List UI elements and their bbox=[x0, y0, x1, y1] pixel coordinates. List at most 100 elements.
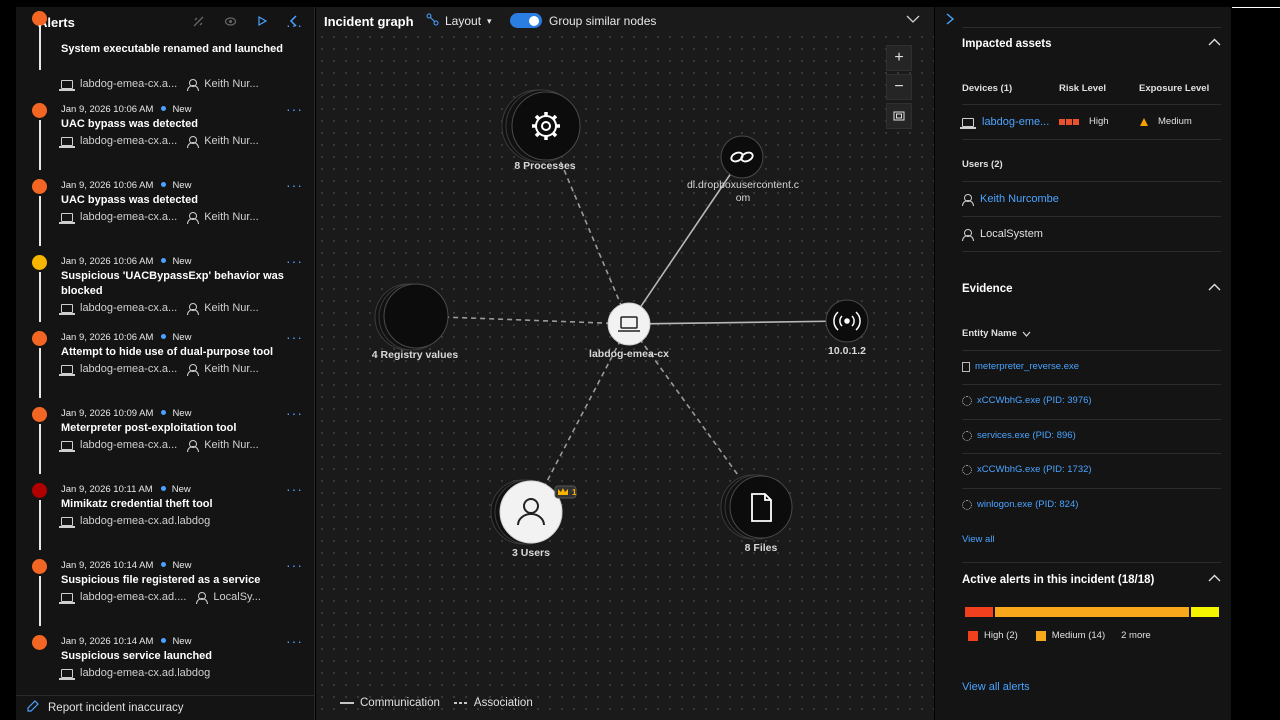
alert-device: labdog-emea-cx.ad.labdog bbox=[80, 515, 211, 527]
chevron-up-icon[interactable] bbox=[1208, 573, 1221, 585]
evidence-item[interactable]: xCCWbhG.exe (PID: 3976) bbox=[962, 395, 1092, 406]
more-options-icon[interactable]: ··· bbox=[286, 253, 303, 269]
timeline-line bbox=[39, 424, 41, 474]
alert-time: Jan 9, 2026 10:06 AM bbox=[61, 180, 154, 191]
evidence-item[interactable]: services.exe (PID: 896) bbox=[962, 430, 1076, 441]
alert-user: Keith Nur... bbox=[204, 439, 259, 451]
more-options-icon[interactable]: ··· bbox=[286, 557, 303, 573]
graph-legend: Communication Association bbox=[340, 697, 533, 709]
severity-high-label: High (2) bbox=[984, 630, 1018, 641]
users-node[interactable] bbox=[490, 479, 577, 545]
user-localsystem[interactable]: LocalSystem bbox=[962, 228, 1043, 241]
list-item[interactable]: Jan 9, 2026 10:06 AM New ··· Attempt to h… bbox=[16, 325, 314, 401]
evidence-item[interactable]: xCCWbhG.exe (PID: 1732) bbox=[962, 464, 1092, 475]
severity-dot bbox=[32, 11, 47, 26]
list-item[interactable]: Jan 9, 2026 10:09 AM New ··· Meterpreter … bbox=[16, 401, 314, 477]
divider bbox=[962, 27, 1221, 28]
view-all-alerts-link[interactable]: View all alerts bbox=[962, 681, 1030, 693]
evidence-item[interactable]: winlogon.exe (PID: 824) bbox=[962, 499, 1078, 510]
alert-user: LocalSy... bbox=[213, 591, 261, 603]
device-label: labdog-emea-cx bbox=[589, 348, 669, 360]
alert-status: New bbox=[172, 180, 192, 191]
more-options-icon[interactable]: ··· bbox=[286, 17, 303, 33]
alert-assets: labdog-emea-cx.ad.labdog bbox=[59, 515, 211, 528]
alert-time: Jan 9, 2026 10:09 AM bbox=[61, 408, 154, 419]
evidence-item[interactable]: meterpreter_reverse.exe bbox=[962, 361, 1079, 372]
processes-node[interactable] bbox=[501, 89, 581, 163]
alert-user: Keith Nur... bbox=[204, 211, 259, 223]
severity-dot bbox=[32, 407, 47, 422]
more-options-icon[interactable]: ··· bbox=[286, 481, 303, 497]
alert-device: labdog-emea-cx.a... bbox=[80, 211, 178, 223]
report-inaccuracy-label: Report incident inaccuracy bbox=[48, 702, 184, 714]
chevron-up-icon[interactable] bbox=[1208, 282, 1221, 294]
severity-medium-label: Medium (14) bbox=[1051, 630, 1106, 641]
report-inaccuracy-link[interactable]: Report incident inaccuracy bbox=[16, 695, 314, 720]
users-header: Users (2) bbox=[962, 159, 1003, 170]
incident-graph-panel: Incident graph Layout ▾ Group similar no… bbox=[316, 7, 934, 720]
status-dot bbox=[161, 562, 167, 567]
risk-bars-icon bbox=[1059, 118, 1079, 125]
user-link-keith[interactable]: Keith Nurcombe bbox=[962, 193, 1059, 206]
user-icon bbox=[962, 193, 974, 206]
more-options-icon[interactable]: ··· bbox=[286, 329, 303, 345]
more-options-icon[interactable]: ··· bbox=[286, 633, 303, 649]
entity-name-sort[interactable]: Entity Name bbox=[962, 328, 1031, 339]
alert-assets: labdog-emea-cx.ad.... LocalSy... bbox=[59, 591, 261, 604]
status-dot bbox=[161, 334, 167, 339]
list-item[interactable]: Jan 9, 2026 10:06 AM New ··· UAC bypass w… bbox=[16, 97, 314, 173]
timeline-line bbox=[39, 196, 41, 246]
device-link[interactable]: labdog-eme... bbox=[960, 116, 1049, 129]
status-dot bbox=[161, 182, 167, 187]
legend-communication: Communication bbox=[360, 697, 440, 709]
list-item[interactable]: Jan 9, 2026 10:11 AM New ··· Mimikatz cre… bbox=[16, 477, 314, 553]
alert-title: Meterpreter post-exploitation tool bbox=[61, 422, 237, 434]
alert-time: Jan 9, 2026 10:06 AM bbox=[61, 104, 154, 115]
alert-list: ··· System executable renamed and launch… bbox=[16, 11, 314, 695]
url-node[interactable] bbox=[720, 135, 764, 179]
expand-chevron-icon[interactable] bbox=[945, 12, 955, 30]
alert-meta: Jan 9, 2026 10:06 AM New bbox=[61, 104, 191, 115]
divider bbox=[962, 350, 1221, 351]
more-options-icon[interactable]: ··· bbox=[286, 177, 303, 193]
user1-name: Keith Nurcombe bbox=[980, 193, 1059, 205]
registry-label: 4 Registry values bbox=[371, 349, 459, 361]
user-icon bbox=[187, 78, 200, 91]
laptop-icon bbox=[59, 79, 75, 91]
list-item[interactable]: Jan 9, 2026 10:14 AM New ··· Suspicious s… bbox=[16, 629, 314, 705]
alert-device: labdog-emea-cx.a... bbox=[80, 302, 178, 314]
exposure-level-text: Medium bbox=[1158, 116, 1192, 127]
chevron-up-icon[interactable] bbox=[1208, 37, 1221, 49]
alert-status: New bbox=[172, 408, 192, 419]
view-all-link[interactable]: View all bbox=[962, 534, 995, 545]
details-panel: Impacted assets Devices (1) Risk Level E… bbox=[935, 7, 1231, 720]
list-item[interactable]: Jan 9, 2026 10:14 AM New ··· Suspicious f… bbox=[16, 553, 314, 629]
divider bbox=[962, 488, 1221, 489]
laptop-icon bbox=[59, 592, 75, 604]
ip-node[interactable] bbox=[825, 299, 869, 343]
evidence-name: services.exe (PID: 896) bbox=[977, 430, 1076, 441]
alert-title: Suspicious 'UACBypassExp' behavior was b… bbox=[61, 270, 284, 297]
more-options-icon[interactable]: ··· bbox=[286, 405, 303, 421]
status-dot bbox=[160, 486, 166, 491]
list-item[interactable]: Jan 9, 2026 10:06 AM New ··· Suspicious '… bbox=[16, 249, 314, 325]
registry-node[interactable] bbox=[374, 283, 449, 351]
divider bbox=[962, 216, 1221, 217]
severity-dot bbox=[32, 103, 47, 118]
list-item[interactable]: ··· System executable renamed and launch… bbox=[16, 11, 314, 93]
processes-label: 8 Processes bbox=[514, 160, 576, 172]
alert-status: New bbox=[172, 104, 192, 115]
timeline-line bbox=[39, 500, 41, 550]
device-node[interactable] bbox=[607, 302, 651, 346]
alert-meta: Jan 9, 2026 10:06 AM New bbox=[61, 180, 191, 191]
severity-more-label[interactable]: 2 more bbox=[1121, 630, 1151, 641]
graph-canvas bbox=[374, 89, 869, 545]
divider bbox=[962, 562, 1221, 563]
list-item[interactable]: Jan 9, 2026 10:06 AM New ··· UAC bypass w… bbox=[16, 173, 314, 249]
timeline-line bbox=[39, 25, 41, 70]
alert-device: labdog-emea-cx.a... bbox=[80, 78, 178, 90]
high-swatch bbox=[968, 630, 978, 641]
more-options-icon[interactable]: ··· bbox=[286, 101, 303, 117]
user-icon bbox=[187, 439, 200, 452]
files-node[interactable] bbox=[720, 474, 793, 540]
